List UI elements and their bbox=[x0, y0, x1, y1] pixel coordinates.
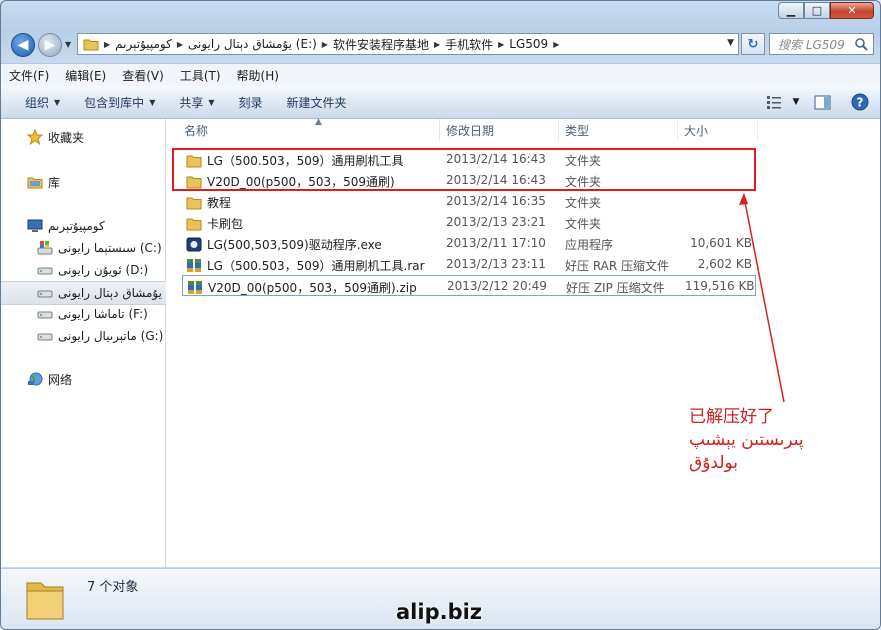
annotation-line: بولدۇق bbox=[689, 453, 739, 473]
annotation-line: 已解压好了 bbox=[689, 407, 774, 427]
annotation-line: پىرىستىن يېشىپ bbox=[689, 430, 804, 450]
annotation-arrow-icon bbox=[739, 193, 785, 403]
watermark: alip.biz bbox=[396, 600, 483, 624]
annotation-note: 已解压好了 پىرىستىن يېشىپ بولدۇق bbox=[689, 406, 804, 475]
